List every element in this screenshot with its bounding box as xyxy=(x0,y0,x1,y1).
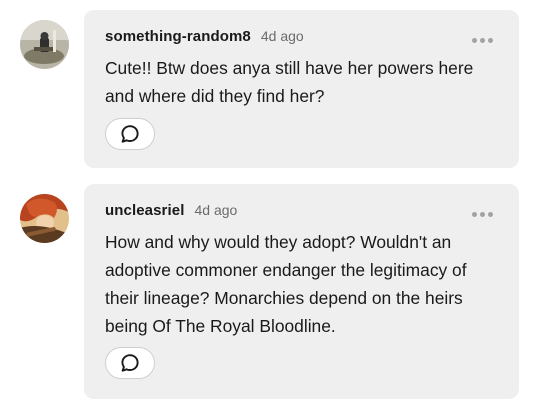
dot xyxy=(488,38,493,43)
dot xyxy=(472,38,477,43)
comment-bubble: something-random8 4d ago Cute!! Btw does… xyxy=(84,10,519,168)
timestamp: 4d ago xyxy=(194,202,238,218)
more-options-icon[interactable] xyxy=(472,38,493,43)
comment-header: uncleasriel 4d ago xyxy=(105,202,237,219)
timestamp: 4d ago xyxy=(260,28,304,44)
speech-bubble-icon xyxy=(121,125,139,143)
comment-feed: something-random8 4d ago Cute!! Btw does… xyxy=(0,0,540,409)
user-avatar-icon[interactable] xyxy=(20,20,69,69)
comment-header: something-random8 4d ago xyxy=(105,28,304,45)
comment-bubble: uncleasriel 4d ago How and why would the… xyxy=(84,184,519,399)
reply-button[interactable] xyxy=(105,347,155,379)
comment-text: Cute!! Btw does anya still have her powe… xyxy=(105,58,474,106)
speech-bubble-icon xyxy=(121,354,139,372)
dot xyxy=(488,212,493,217)
dot xyxy=(472,212,477,217)
comment-text: How and why would they adopt? Wouldn't a… xyxy=(105,232,467,336)
username[interactable]: something-random8 xyxy=(105,28,251,45)
username[interactable]: uncleasriel xyxy=(105,202,184,219)
dot xyxy=(480,212,485,217)
dot xyxy=(480,38,485,43)
user-avatar-icon[interactable] xyxy=(20,194,69,243)
reply-button[interactable] xyxy=(105,118,155,150)
more-options-icon[interactable] xyxy=(472,212,493,217)
